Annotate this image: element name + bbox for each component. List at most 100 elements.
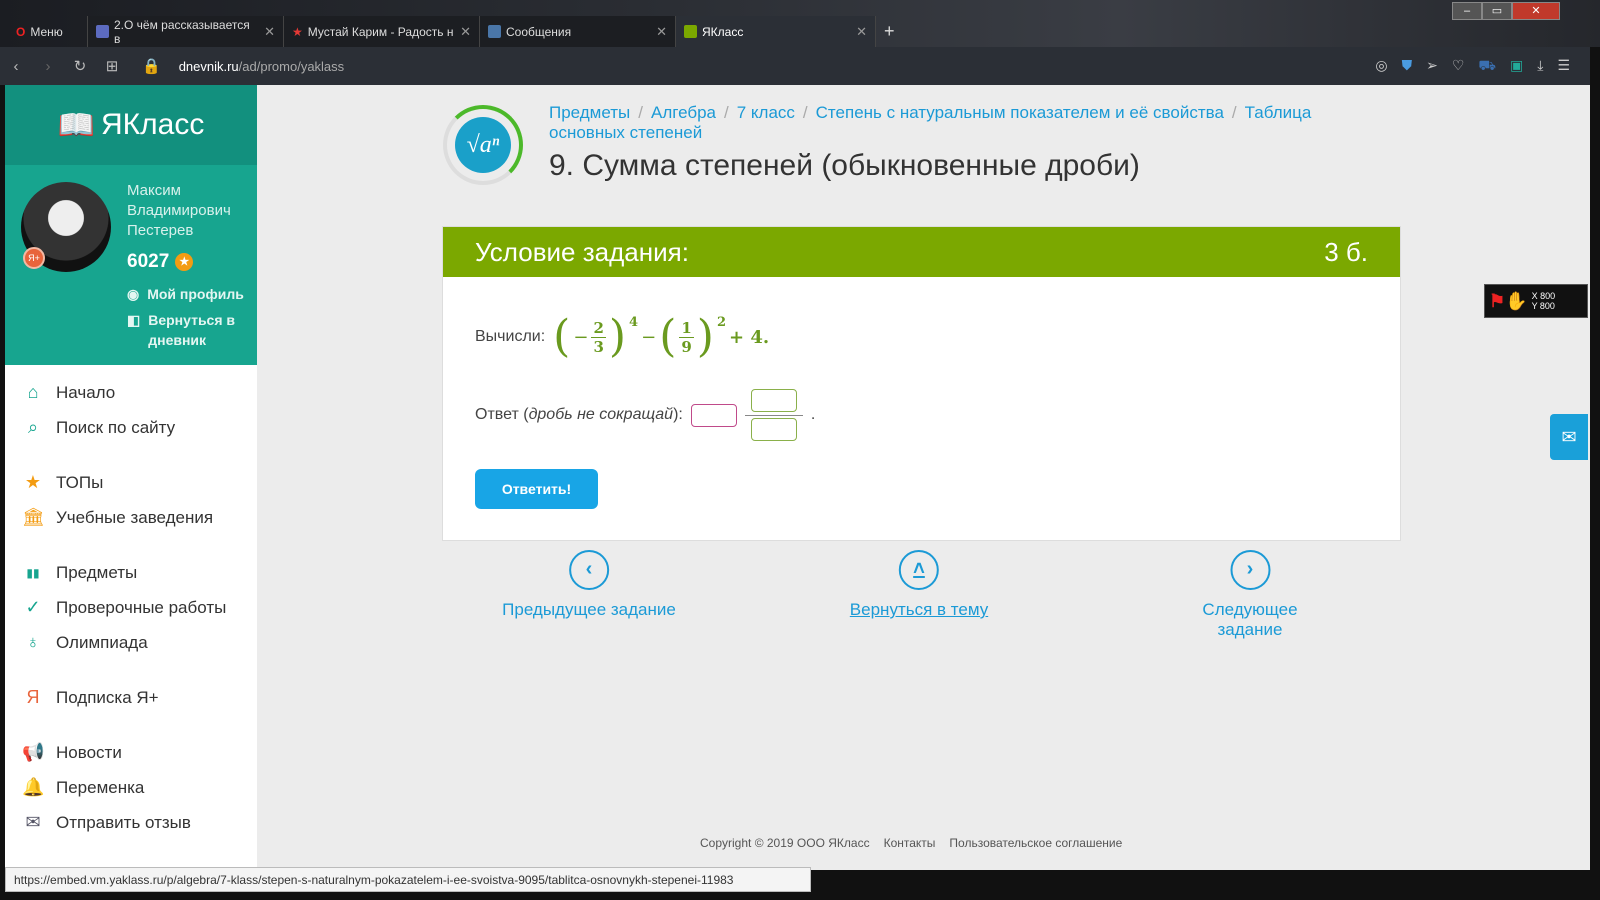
breadcrumb-link[interactable]: 7 класс (737, 103, 795, 122)
agreement-link[interactable]: Пользовательское соглашение (949, 836, 1122, 850)
task-statement: Вычисли: (−2 3) 4−(1 9) 2 + 4. (475, 311, 770, 362)
sidebar-item-home[interactable]: ⌂ Начало (5, 375, 257, 410)
forward-icon[interactable]: › (32, 58, 64, 75)
close-tab-icon[interactable]: ✕ (460, 24, 471, 40)
breadcrumb-link[interactable]: Степень с натуральным показателем и её с… (816, 103, 1224, 122)
settings-icon[interactable]: ☰ (1557, 57, 1570, 76)
whole-part-input[interactable] (690, 403, 737, 427)
maximize-button[interactable]: ▭ (1482, 2, 1512, 20)
my-profile-link[interactable]: ◉ Мой профиль (127, 286, 244, 303)
breadcrumb-link[interactable]: Предметы (549, 103, 630, 122)
new-tab-button[interactable]: + (876, 16, 903, 47)
profile-icon: ◉ (127, 286, 140, 302)
speed-dial-icon[interactable]: ⊞ (96, 57, 128, 75)
camera-icon[interactable]: ◎ (1375, 57, 1387, 76)
close-tab-icon[interactable]: ✕ (656, 24, 667, 40)
back-to-topic-link[interactable]: ˄ Вернуться в тему (850, 550, 988, 620)
task-points: 3 б. (1324, 236, 1368, 267)
answer-row: Ответ (дробь не сокращай): . (475, 389, 815, 441)
sidebar-item-tops[interactable]: ★ ТОПы (5, 465, 257, 500)
book-icon: 📖 (57, 108, 95, 142)
sidebar-item-schools[interactable]: 🏛 Учебные заведения (5, 500, 257, 535)
sidebar-item-search[interactable]: ⌕ Поиск по сайту (5, 410, 257, 445)
back-to-diary-link[interactable]: ◧ Вернуться в дневник (127, 310, 237, 350)
close-tab-icon[interactable]: ✕ (264, 24, 275, 40)
main-content: √aⁿ Предметы / Алгебра/7 класс / Степень с н… (257, 85, 1590, 870)
user-score: 6027 ★ (127, 251, 194, 273)
opera-menu-button[interactable]: O Меню (8, 16, 88, 47)
tab-label: Мустай Карим - Радость н (307, 24, 454, 39)
breadcrumb-link[interactable]: Алгебра (651, 103, 716, 122)
sidebar-item-subscription[interactable]: Я Подписка Я+ (5, 680, 257, 715)
footer: Copyright © 2019 ООО ЯКласс Контакты Польз… (700, 836, 1123, 850)
page-title: 9. Сумма степеней (обыкновенные дроби) (549, 149, 1140, 182)
sidebar-item-subjects[interactable]: ▮▮ Предметы (5, 555, 257, 590)
send-icon[interactable]: ➢ (1426, 57, 1438, 76)
reload-icon[interactable]: ↻ (64, 57, 96, 75)
download-icon[interactable]: ⤓ (1537, 57, 1543, 76)
shield-icon[interactable]: ⛊ (1402, 57, 1413, 76)
home-icon: ⌂ (27, 382, 39, 402)
mail-icon[interactable]: ✉ (1550, 414, 1588, 460)
numerator-input[interactable] (750, 389, 797, 412)
close-tab-icon[interactable]: ✕ (856, 24, 867, 40)
topic-logo: √aⁿ (443, 105, 523, 185)
building-icon: 🏛 (22, 507, 45, 527)
user-panel: Я+ Максим Владимирович Пестерев 6027 ★ ◉ Мой… (5, 165, 257, 365)
tab-label: 2.О чём рассказывается в (113, 17, 250, 46)
next-task-link[interactable]: › Следующее задание (1175, 550, 1326, 640)
denominator-input[interactable] (750, 418, 797, 441)
brand-name: ЯКласс (101, 108, 205, 141)
logo-icon: ⚑✋ (1489, 290, 1528, 311)
check-icon: ✓ (25, 597, 41, 617)
sidebar: 📖 ЯКласс Я+ Максим Владимирович Пестерев 60… (5, 85, 257, 870)
lock-icon: 🔒 (142, 58, 161, 75)
megaphone-icon: 📢 (22, 742, 45, 762)
sidebar-item-tests[interactable]: ✓ Проверочные работы (5, 590, 257, 625)
question-icon (96, 25, 109, 38)
ya-plus-icon: Я (26, 687, 40, 707)
chevron-up-icon: ˄ (898, 550, 939, 590)
tab-active[interactable]: ЯКласс ✕ (676, 16, 876, 47)
breadcrumb: Предметы / Алгебра/7 класс / Степень с натур… (549, 103, 1312, 142)
sidebar-item-olympiad[interactable]: ♁ Олимпиада (5, 625, 257, 660)
tab-label: Сообщения (506, 24, 572, 39)
chevron-left-icon: ‹ (568, 550, 609, 590)
cart-icon[interactable]: ⛟ (1478, 57, 1496, 76)
opera-icon: O (16, 24, 26, 39)
tab-label: ЯКласс (702, 24, 744, 39)
task-card: Условие задания: 3 б. Вычисли: (−2 3) 4−(1 9… (442, 226, 1401, 541)
url-field[interactable]: dnevnik.ru/ad/promo/yaklass (179, 59, 344, 74)
star-icon: ★ (292, 24, 303, 39)
back-icon[interactable]: ‹ (0, 58, 32, 75)
extension-icon[interactable]: ▣ (1510, 57, 1523, 76)
contacts-link[interactable]: Контакты (884, 836, 936, 850)
ya-plus-badge: Я+ (23, 247, 45, 269)
address-bar: ‹ › ↻ ⊞ 🔒 dnevnik.ru/ad/promo/yaklass ◎ ⛊ ➢ ♡ ⛟… (0, 47, 1590, 85)
books-icon: ▮▮ (26, 565, 40, 580)
search-icon: ⌕ (27, 417, 39, 437)
comment-icon: ✉ (25, 812, 41, 832)
prev-task-link[interactable]: ‹ Предыдущее задание (502, 550, 676, 620)
user-name: Максим Владимирович Пестерев (127, 182, 231, 239)
sidebar-item-feedback[interactable]: ✉ Отправить отзыв (5, 805, 257, 840)
heart-icon[interactable]: ♡ (1452, 57, 1465, 76)
tab[interactable]: ★ Мустай Карим - Радость н ✕ (284, 16, 480, 47)
submit-answer-button[interactable]: Ответить! (475, 469, 598, 509)
sidebar-item-news[interactable]: 📢 Новости (5, 735, 257, 770)
bell-icon: 🔔 (22, 777, 45, 797)
menu-label: Меню (30, 24, 63, 39)
close-window-button[interactable]: ✕ (1512, 2, 1560, 20)
sidebar-item-break[interactable]: 🔔 Переменка (5, 770, 257, 805)
task-header: Условие задания: (475, 236, 689, 267)
star-icon: ★ (175, 253, 194, 271)
tab[interactable]: Сообщения ✕ (480, 16, 676, 47)
chevron-right-icon: › (1230, 550, 1270, 590)
book-icon (684, 25, 697, 38)
star-icon: ★ (24, 472, 42, 492)
chat-icon (488, 25, 501, 38)
minimize-button[interactable]: – (1452, 2, 1482, 20)
sqrt-icon: √aⁿ (455, 117, 511, 173)
tab[interactable]: 2.О чём рассказывается в ✕ (88, 16, 284, 47)
yaklass-logo[interactable]: 📖 ЯКласс (5, 85, 257, 165)
